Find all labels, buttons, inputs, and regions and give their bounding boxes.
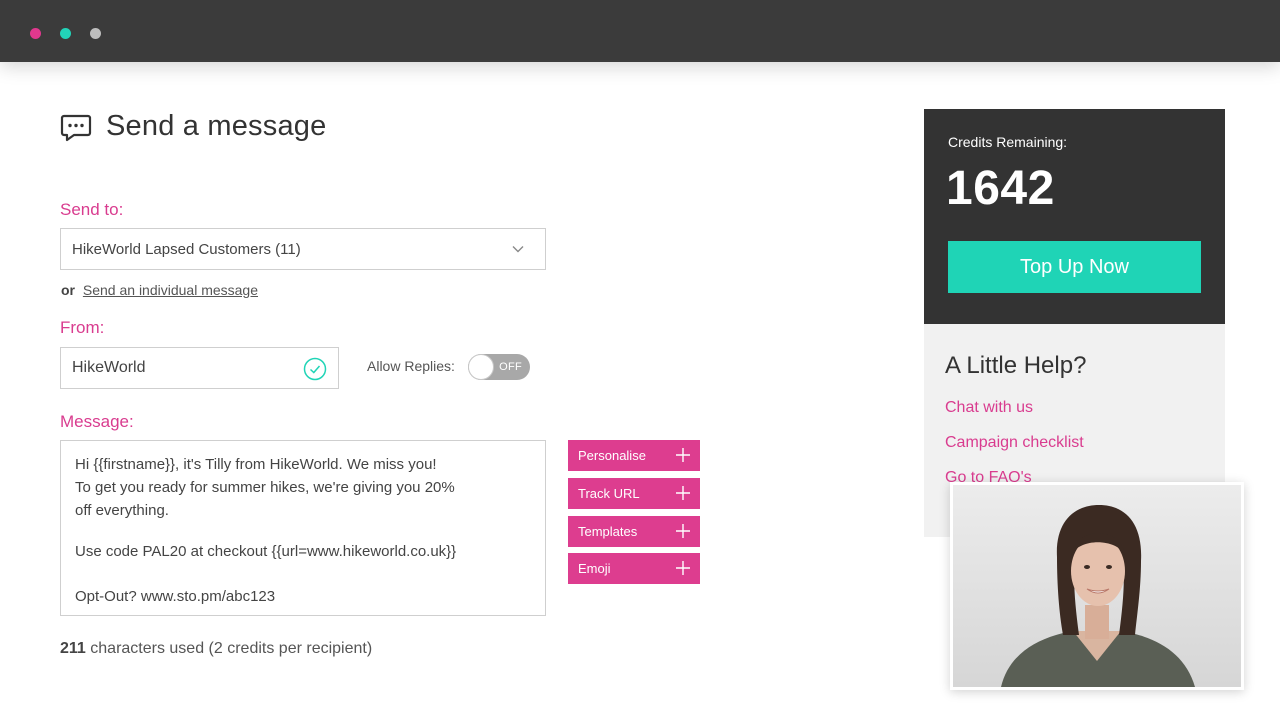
- emoji-label: Emoji: [578, 561, 611, 576]
- credits-value: 1642: [946, 162, 1055, 215]
- presenter-figure: [953, 485, 1241, 687]
- from-field[interactable]: HikeWorld: [60, 347, 339, 389]
- character-count-text: characters used (2 credits per recipient…: [90, 640, 373, 657]
- toggle-knob: [468, 354, 494, 380]
- message-textarea[interactable]: Hi {{firstname}}, it's Tilly from HikeWo…: [60, 440, 546, 616]
- individual-message-line: or Send an individual message: [61, 282, 258, 298]
- send-to-select[interactable]: HikeWorld Lapsed Customers (11): [60, 228, 546, 270]
- from-label: From:: [60, 318, 105, 337]
- character-count-number: 211: [60, 640, 86, 657]
- page-title: Send a message: [106, 110, 327, 142]
- credits-panel: Credits Remaining: 1642 Top Up Now: [924, 109, 1225, 324]
- window-titlebar: [0, 0, 1280, 62]
- top-up-button[interactable]: Top Up Now: [948, 241, 1201, 293]
- individual-message-link[interactable]: Send an individual message: [83, 282, 258, 298]
- emoji-button[interactable]: Emoji: [568, 553, 700, 584]
- check-circle-icon: [303, 357, 327, 381]
- plus-icon: [676, 448, 690, 462]
- toggle-state: OFF: [499, 361, 522, 373]
- minimize-dot[interactable]: [60, 28, 71, 39]
- message-line: Opt-Out? www.sto.pm/abc123: [75, 588, 276, 605]
- send-to-value: HikeWorld Lapsed Customers (11): [72, 240, 301, 258]
- templates-label: Templates: [578, 524, 638, 539]
- presenter-video: [950, 482, 1244, 690]
- track-url-label: Track URL: [578, 486, 640, 501]
- templates-button[interactable]: Templates: [568, 516, 700, 547]
- send-to-label: Send to:: [60, 200, 124, 219]
- chat-bubble-icon: [60, 114, 92, 141]
- track-url-button[interactable]: Track URL: [568, 478, 700, 509]
- plus-icon: [676, 524, 690, 538]
- presenter-frame: [953, 485, 1241, 687]
- character-count: 211 characters used (2 credits per recip…: [60, 640, 372, 658]
- message-line: off everything.: [75, 502, 169, 519]
- close-dot[interactable]: [30, 28, 41, 39]
- allow-replies-toggle[interactable]: OFF: [468, 354, 530, 380]
- chevron-down-icon: [512, 246, 524, 253]
- credits-label: Credits Remaining:: [948, 134, 1068, 150]
- message-line: Use code PAL20 at checkout {{url=www.hik…: [75, 543, 457, 560]
- message-line: To get you ready for summer hikes, we're…: [75, 479, 455, 496]
- message-label: Message:: [60, 412, 134, 431]
- page-header: Send a message: [60, 110, 326, 143]
- allow-replies-label: Allow Replies:: [367, 358, 455, 374]
- personalise-label: Personalise: [578, 448, 646, 463]
- plus-icon: [676, 486, 690, 500]
- help-title: A Little Help?: [945, 352, 1087, 379]
- or-text: or: [61, 282, 75, 298]
- chat-link[interactable]: Chat with us: [945, 399, 1033, 417]
- plus-icon: [676, 561, 690, 575]
- from-value: HikeWorld: [72, 359, 146, 376]
- message-line: Hi {{firstname}}, it's Tilly from HikeWo…: [75, 456, 437, 473]
- personalise-button[interactable]: Personalise: [568, 440, 700, 471]
- zoom-dot[interactable]: [90, 28, 101, 39]
- campaign-checklist-link[interactable]: Campaign checklist: [945, 434, 1084, 452]
